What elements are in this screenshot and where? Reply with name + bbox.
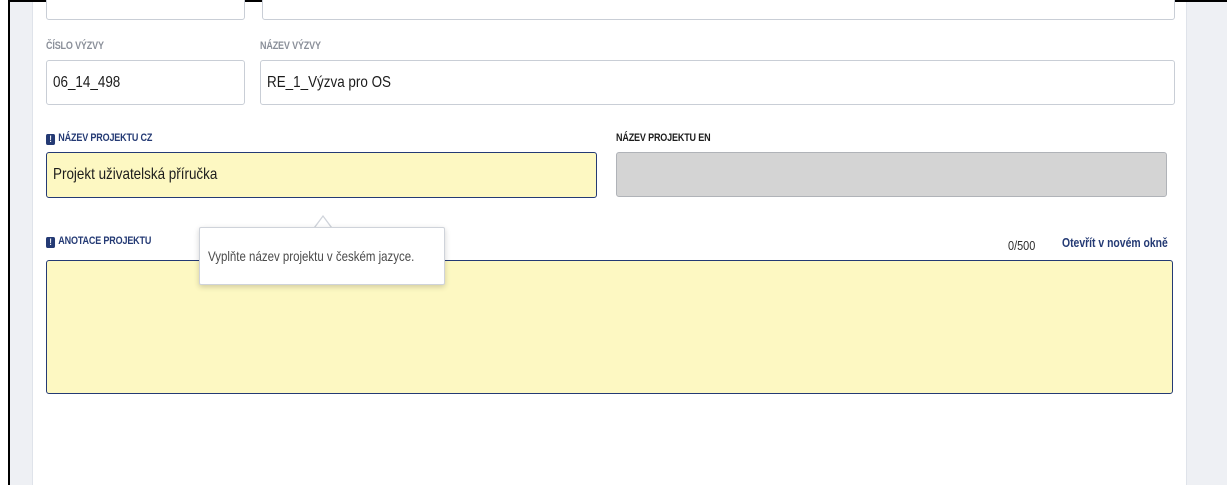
- nazev-projektu-cz-value: Projekt uživatelská příručka: [53, 166, 218, 183]
- field-help-tooltip: Vyplňte název projektu v českém jazyce.: [199, 227, 445, 285]
- previous-row-input-1[interactable]: [46, 0, 245, 20]
- nazev-vyzvy-label: NÁZEV VÝZVY: [260, 40, 321, 52]
- required-info-icon: !: [46, 134, 56, 145]
- nazev-projektu-en-label: NÁZEV PROJEKTU EN: [616, 132, 711, 144]
- nazev-projektu-cz-input[interactable]: Projekt uživatelská příručka: [46, 152, 597, 198]
- nazev-vyzvy-field[interactable]: RE_1_Výzva pro OS: [260, 60, 1175, 105]
- character-counter: 0/500: [1008, 238, 1036, 253]
- left-gutter: [10, 2, 33, 485]
- nazev-projektu-cz-label-text: NÁZEV PROJEKTU CZ: [58, 132, 153, 144]
- cislo-vyzvy-field[interactable]: 06_14_498: [46, 60, 245, 105]
- required-info-icon: !: [46, 237, 56, 248]
- cislo-vyzvy-label: ČÍSLO VÝZVY: [46, 40, 104, 52]
- right-gutter: [1186, 2, 1227, 485]
- nazev-projektu-cz-label: ! NÁZEV PROJEKTU CZ: [46, 132, 152, 145]
- nazev-vyzvy-value: RE_1_Výzva pro OS: [267, 73, 392, 91]
- open-in-new-window-link[interactable]: Otevřít v novém okně: [1062, 235, 1168, 250]
- anotace-projektu-label: ! ANOTACE PROJEKTU: [46, 235, 151, 248]
- anotace-projektu-label-text: ANOTACE PROJEKTU: [58, 235, 152, 247]
- nazev-projektu-en-input[interactable]: [616, 152, 1167, 197]
- cislo-vyzvy-value: 06_14_498: [53, 73, 121, 91]
- previous-row-input-2[interactable]: [262, 0, 1175, 20]
- tooltip-text: Vyplňte název projektu v českém jazyce.: [208, 248, 415, 264]
